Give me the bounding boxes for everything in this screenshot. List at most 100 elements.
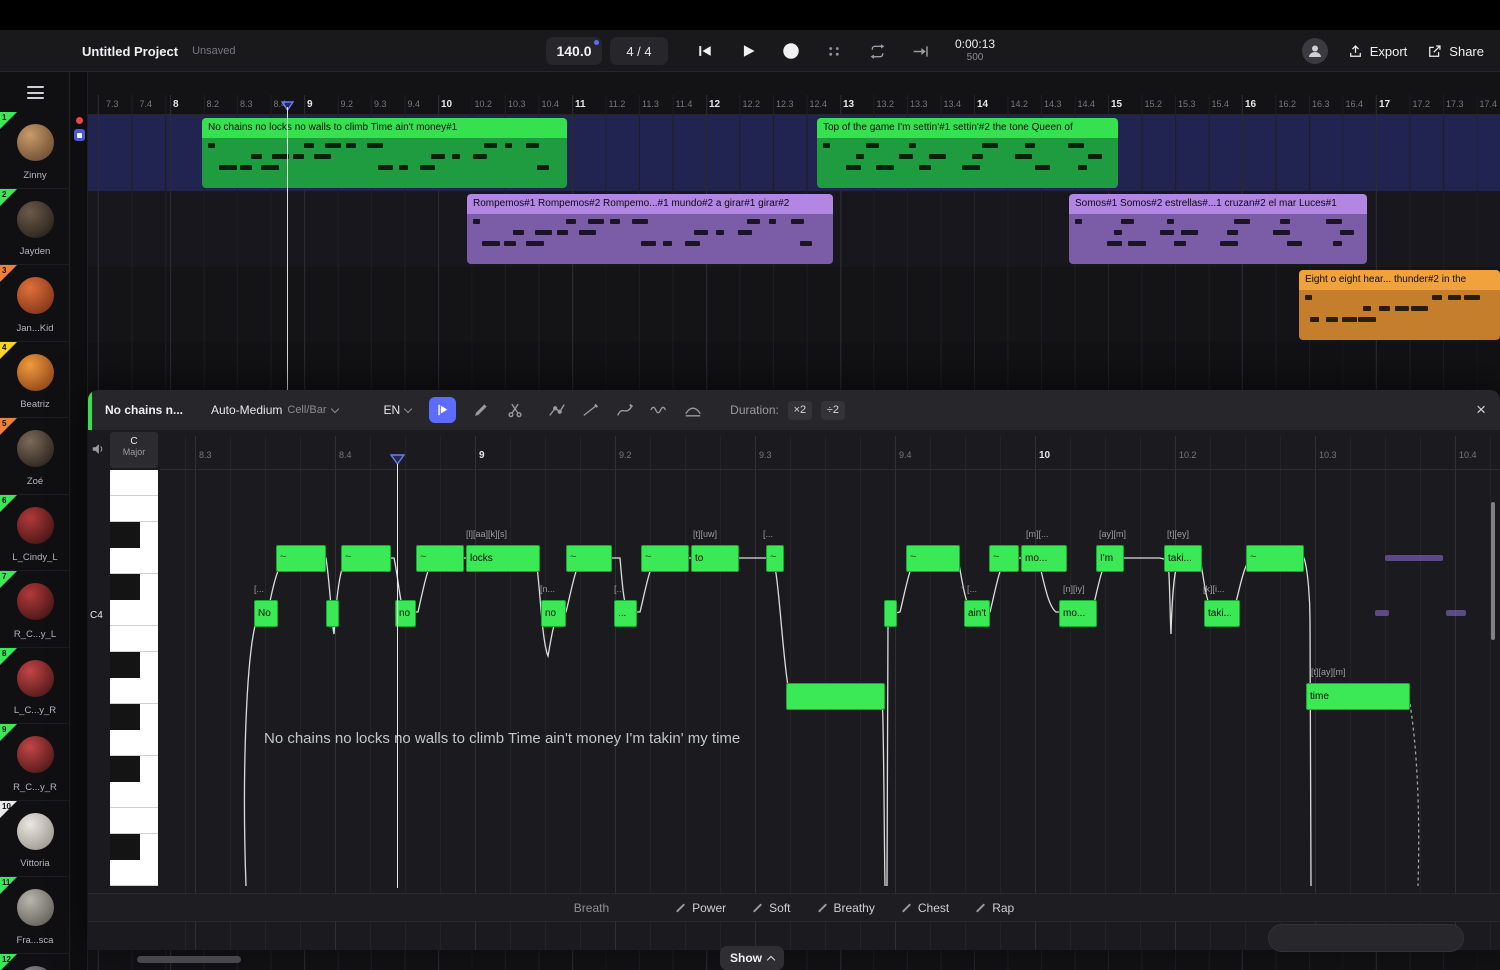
tempo-control[interactable]: 140.0	[546, 37, 602, 65]
timeline-ruler[interactable]: 7.37.488.28.38.499.29.39.41010.210.310.4…	[88, 95, 1500, 115]
share-button[interactable]: Share	[1427, 44, 1484, 59]
clip-orange[interactable]: Eight o eight hear... thunder#2 in the	[1299, 270, 1500, 340]
midi-note[interactable]: ~	[989, 545, 1019, 572]
time-signature-control[interactable]: 4 / 4	[610, 37, 668, 65]
piano-key-black[interactable]	[110, 756, 158, 782]
midi-note[interactable]: ~	[1246, 545, 1304, 572]
pitch-line-tool-icon[interactable]	[546, 399, 568, 421]
pencil-tool-button[interactable]	[470, 399, 492, 421]
midi-note[interactable]: ~	[641, 545, 689, 572]
editor-vertical-scrollbar[interactable]	[1491, 502, 1495, 640]
pitch-draw-tool-icon[interactable]	[580, 399, 602, 421]
vocal-mode-chest[interactable]: Chest	[901, 901, 949, 915]
track-avatar[interactable]	[17, 660, 54, 697]
scissors-tool-button[interactable]	[504, 399, 526, 421]
midi-note[interactable]: ~	[341, 545, 391, 572]
clip-purple[interactable]: Rompemos#1 Rompemos#2 Rompemo...#1 mundo…	[467, 194, 833, 264]
midi-note[interactable]	[326, 600, 339, 627]
midi-note[interactable]: ~	[416, 545, 464, 572]
clip-purple[interactable]: Somos#1 Somos#2 estrellas#...1 cruzan#2 …	[1069, 194, 1367, 264]
midi-note[interactable]: ~	[906, 545, 960, 572]
vibrato-tool-icon[interactable]	[648, 399, 670, 421]
export-button[interactable]: Export	[1348, 44, 1408, 59]
language-dropdown[interactable]: EN	[384, 403, 412, 417]
midi-note[interactable]: ~	[276, 545, 326, 572]
track-item[interactable]: 3Jan...Kid	[0, 265, 70, 342]
track-item[interactable]: 4Beatriz	[0, 342, 70, 419]
clip-green[interactable]: No chains no locks no walls to climb Tim…	[202, 118, 567, 188]
midi-note[interactable]: ain't	[964, 600, 990, 627]
close-editor-button[interactable]: ×	[1476, 390, 1486, 430]
track-item[interactable]: 2Jayden	[0, 189, 70, 266]
track-item[interactable]: 1Zinny	[0, 112, 70, 189]
midi-note[interactable]: no	[541, 600, 566, 627]
editor-ruler[interactable]: 8.38.499.29.39.41010.210.310.4	[160, 436, 1500, 470]
duration-double-button[interactable]: ×2	[788, 401, 812, 420]
vocal-mode-soft[interactable]: Soft	[752, 901, 790, 915]
piano-key-white[interactable]	[110, 470, 158, 496]
vocal-mode-breath[interactable]: Breath	[574, 901, 609, 915]
menu-icon[interactable]	[27, 86, 44, 99]
horizontal-scrollbar[interactable]	[137, 956, 241, 963]
track-avatar[interactable]	[17, 736, 54, 773]
track-avatar[interactable]	[17, 277, 54, 314]
midi-note[interactable]: to	[691, 545, 739, 572]
piano-key-white[interactable]	[110, 496, 158, 522]
piano-key-black[interactable]	[110, 704, 158, 730]
midi-note[interactable]: mo...	[1021, 545, 1067, 572]
midi-note[interactable]: No	[254, 600, 278, 627]
vocal-mode-power[interactable]: Power	[675, 901, 726, 915]
goto-end-icon[interactable]	[909, 40, 931, 62]
track-avatar[interactable]	[17, 354, 54, 391]
piano-key-black[interactable]	[110, 522, 158, 548]
project-title[interactable]: Untitled Project	[82, 44, 178, 59]
track-avatar[interactable]	[17, 507, 54, 544]
track-item[interactable]: 7R_C...y_L	[0, 571, 70, 648]
midi-note[interactable]: ~	[766, 545, 784, 572]
track-item[interactable]: 12	[0, 954, 70, 970]
piano-key-white[interactable]	[110, 600, 158, 626]
track-item[interactable]: 9R_C...y_R	[0, 724, 70, 801]
piano-key-black[interactable]	[110, 574, 158, 600]
vocal-mode-rap[interactable]: Rap	[975, 901, 1014, 915]
track-item[interactable]: 8L_C...y_R	[0, 648, 70, 725]
show-panel-button[interactable]: Show	[720, 946, 784, 970]
smooth-tool-icon[interactable]	[682, 399, 704, 421]
preview-speaker-icon[interactable]	[91, 442, 105, 461]
pitch-curve-tool-icon[interactable]	[614, 399, 636, 421]
user-avatar[interactable]	[1302, 38, 1328, 64]
track-avatar[interactable]	[17, 889, 54, 926]
duration-half-button[interactable]: ÷2	[821, 401, 845, 420]
track-avatar[interactable]	[17, 430, 54, 467]
record-arm-dot[interactable]	[76, 117, 83, 124]
piano-key-white[interactable]	[110, 808, 158, 834]
midi-note[interactable]: taki...	[1164, 545, 1202, 572]
piano-keyboard[interactable]	[110, 470, 158, 886]
piano-key-white[interactable]	[110, 860, 158, 886]
midi-note[interactable]: locks	[466, 545, 540, 572]
piano-key-white[interactable]	[110, 548, 158, 574]
midi-note[interactable]	[786, 683, 885, 710]
piano-key-white[interactable]	[110, 782, 158, 808]
phoneme-mode-dropdown[interactable]: Auto-Medium Cell/Bar	[211, 403, 338, 417]
track-avatar[interactable]	[17, 201, 54, 238]
midi-note[interactable]: I'm	[1096, 545, 1124, 572]
pointer-tool-button[interactable]	[429, 397, 456, 423]
track-avatar[interactable]	[17, 583, 54, 620]
metronome-dots-icon[interactable]	[823, 40, 845, 62]
midi-note[interactable]: ...	[614, 600, 637, 627]
midi-note[interactable]: no	[395, 600, 416, 627]
piano-key-white[interactable]	[110, 678, 158, 704]
piano-key-black[interactable]	[110, 834, 158, 860]
track-item[interactable]: 10Vittoria	[0, 801, 70, 878]
midi-note[interactable]: ~	[566, 545, 612, 572]
midi-note[interactable]: taki...	[1204, 600, 1240, 627]
skip-back-button[interactable]	[694, 40, 716, 62]
midi-note[interactable]: mo...	[1059, 600, 1097, 627]
loop-button[interactable]	[866, 40, 888, 62]
midi-note[interactable]: time	[1306, 683, 1410, 710]
auto-pin-icon[interactable]	[74, 129, 85, 141]
track-avatar[interactable]	[17, 813, 54, 850]
track-item[interactable]: 5Zoé	[0, 418, 70, 495]
midi-note[interactable]	[884, 600, 897, 627]
